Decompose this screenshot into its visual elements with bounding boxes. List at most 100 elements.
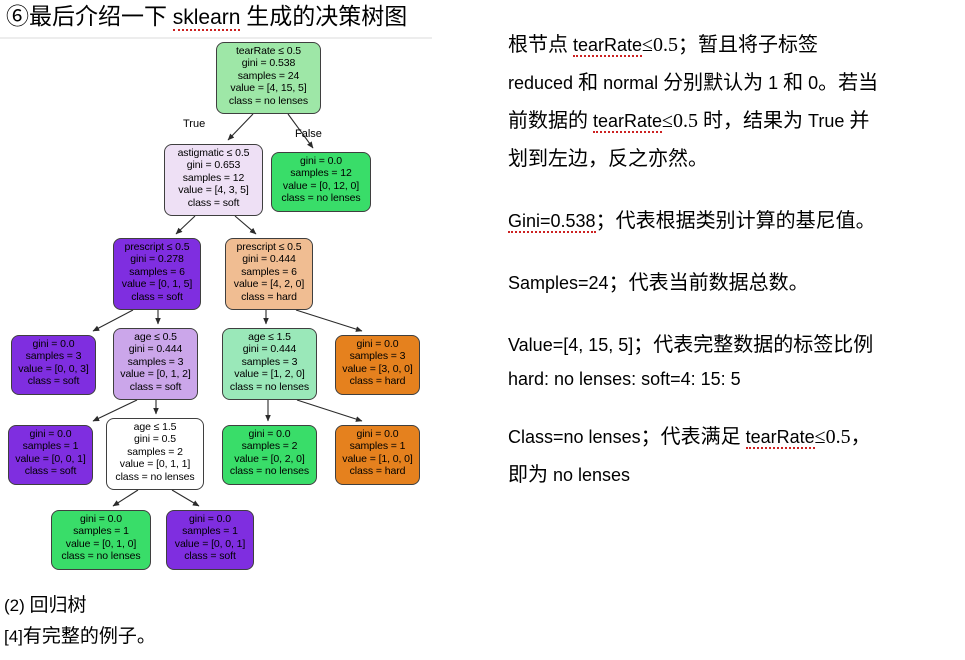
explanation-value-ratio: hard: no lenses: soft=4: 15: 5 (508, 369, 741, 389)
code-no-lenses: no lenses (553, 465, 631, 485)
tree-node-line: class = soft (184, 550, 236, 563)
explanation-line-4: 划到左边，反之亦然。 (508, 148, 708, 170)
tree-node-line: samples = 3 (241, 355, 298, 368)
tree-node-n2: gini = 0.0 samples = 12 value = [0, 12, 0]… (271, 152, 371, 212)
tree-node-line: class = no lenses (229, 465, 310, 478)
text-run: 和 (778, 72, 809, 94)
tree-node-n11: gini = 0.0 samples = 2 value = [0, 2, 0] cl… (222, 425, 317, 485)
tree-node-line: samples = 3 (25, 350, 82, 363)
text-run: 前数据的 (508, 110, 593, 132)
tree-node-line: samples = 12 (290, 167, 352, 180)
text-run: ≤0.5， (814, 426, 871, 448)
code-tearrate: tearRate (573, 35, 643, 57)
tree-node-line: age ≤ 1.5 (133, 421, 177, 433)
tree-node-line: value = [0, 1, 2] (120, 368, 191, 381)
explanation-line-1: 根节点 tearRate≤0.5；暂且将子标签 (508, 26, 960, 64)
tree-node-line: samples = 1 (349, 440, 406, 453)
tree-node-line: gini = 0.0 (248, 428, 291, 440)
footer-line-2: [4]有完整的例子。 (4, 621, 444, 652)
code-tearrate: tearRate (593, 111, 663, 133)
text-run: 分别默认为 (658, 72, 769, 94)
tree-node-line: samples = 1 (22, 440, 79, 453)
tree-node-line: value = [0, 1, 1] (119, 458, 191, 471)
tree-node-line: tearRate ≤ 0.5 (235, 45, 302, 57)
tree-node-line: value = [3, 0, 0] (342, 362, 413, 375)
tree-node-line: value = [1, 0, 0] (342, 452, 413, 465)
code-gini: Gini=0.538 (508, 211, 596, 233)
tree-node-line: age ≤ 1.5 (248, 331, 291, 343)
tree-node-line: class = no lenses (281, 192, 361, 205)
tree-edges (92, 113, 363, 507)
page-title-prefix: ⑥最后介绍一下 (6, 4, 173, 29)
tree-node-line: gini = 0.538 (241, 57, 296, 70)
tree-node-line: class = no lenses (228, 94, 309, 107)
footer-line-1: (2) 回归树 (4, 590, 444, 621)
tree-node-n5: gini = 0.0 samples = 3 value = [0, 0, 3] cl… (11, 335, 96, 395)
tree-node-line: samples = 12 (182, 171, 245, 184)
tree-node-line: class = soft (129, 380, 182, 393)
tree-node-line: value = [0, 2, 0] (234, 452, 305, 465)
tree-node-n9: gini = 0.0 samples = 1 value = [0, 0, 1] cl… (8, 425, 93, 485)
tree-node-n7: age ≤ 1.5 gini = 0.444 samples = 3 value = … (222, 328, 317, 400)
text-run: ；代表根据类别计算的基尼值。 (595, 210, 876, 232)
tree-node-line: class = soft (27, 375, 80, 388)
text-run: ≤0.5；暂且将子标签 (642, 34, 819, 56)
text-run: ；代表完整数据的标签比例 (633, 334, 874, 356)
code-tearrate: tearRate (745, 427, 815, 449)
tree-node-line: class = no lenses (115, 470, 195, 483)
tree-node-line: gini = 0.444 (242, 253, 296, 266)
tree-node-line: value = [0, 0, 1] (15, 452, 86, 465)
tree-node-line: prescript ≤ 0.5 (124, 241, 190, 253)
footer-index: (2) (4, 596, 25, 615)
tree-node-line: value = [4, 3, 5] (178, 184, 249, 197)
footer-text: 有完整的例子。 (22, 626, 156, 647)
code-normal: normal (603, 73, 659, 93)
tree-node-line: samples = 2 (241, 440, 298, 453)
tree-node-line: value = [0, 12, 0] (282, 179, 360, 192)
tree-node-line: gini = 0.653 (186, 159, 241, 172)
tree-node-line: gini = 0.444 (128, 343, 183, 356)
tree-node-n13: gini = 0.0 samples = 1 value = [0, 1, 0] cl… (51, 510, 151, 570)
tree-node-line: gini = 0.0 (356, 338, 399, 350)
tree-node-line: samples = 6 (129, 265, 185, 278)
page-title-suffix: 生成的决策树图 (240, 4, 408, 29)
text-run: ；代表当前数据总数。 (608, 272, 809, 294)
tree-node-line: astigmatic ≤ 0.5 (177, 147, 250, 159)
footer-ref: [4] (4, 627, 23, 646)
tree-node-line: class = soft (187, 196, 240, 209)
tree-node-line: gini = 0.0 (32, 338, 75, 350)
text-run: 即为 (508, 464, 553, 486)
explanation-samples: Samples=24；代表当前数据总数。 (508, 264, 960, 302)
tree-node-line: samples = 3 (127, 355, 184, 368)
tree-node-line: samples = 1 (182, 525, 238, 538)
tree-node-line: class = soft (131, 290, 183, 303)
explanation-panel: 根节点 tearRate≤0.5；暂且将子标签 reduced 和 normal… (508, 26, 960, 494)
tree-node-line: prescript ≤ 0.5 (236, 241, 302, 253)
text-run: ；代表满足 (640, 426, 746, 448)
tree-node-line: samples = 24 (237, 69, 300, 82)
tree-node-n6: age ≤ 0.5 gini = 0.444 samples = 3 value = … (113, 328, 198, 400)
tree-node-n1: astigmatic ≤ 0.5 gini = 0.653 samples = 12… (164, 144, 263, 216)
tree-node-n8: gini = 0.0 samples = 3 value = [3, 0, 0] cl… (335, 335, 420, 395)
text-run: 和 (573, 72, 604, 94)
code-true: True (808, 111, 845, 131)
explanation-gini: Gini=0.538；代表根据类别计算的基尼值。 (508, 202, 960, 240)
tree-node-line: age ≤ 0.5 (134, 331, 177, 343)
text-run: 并 (844, 110, 870, 132)
text-run: ≤0.5 时，结果为 (662, 110, 809, 132)
tree-node-line: gini = 0.0 (189, 513, 231, 525)
tree-node-line: class = hard (241, 290, 297, 303)
tree-node-line: gini = 0.278 (130, 253, 184, 266)
tree-node-line: class = soft (24, 465, 77, 478)
text-run: 。若当 (818, 72, 879, 94)
tree-node-line: gini = 0.0 (356, 428, 399, 440)
tree-node-line: value = [4, 15, 5] (230, 82, 307, 95)
tree-node-line: class = hard (349, 375, 406, 388)
tree-node-n3: prescript ≤ 0.5 gini = 0.278 samples = 6 va… (113, 238, 201, 310)
footer-text: 回归树 (24, 595, 87, 616)
decision-tree-diagram: True False tearRate ≤ 0.5 gini = 0.538 sam… (0, 40, 470, 585)
tree-node-n0: tearRate ≤ 0.5 gini = 0.538 samples = 24 va… (216, 42, 321, 114)
